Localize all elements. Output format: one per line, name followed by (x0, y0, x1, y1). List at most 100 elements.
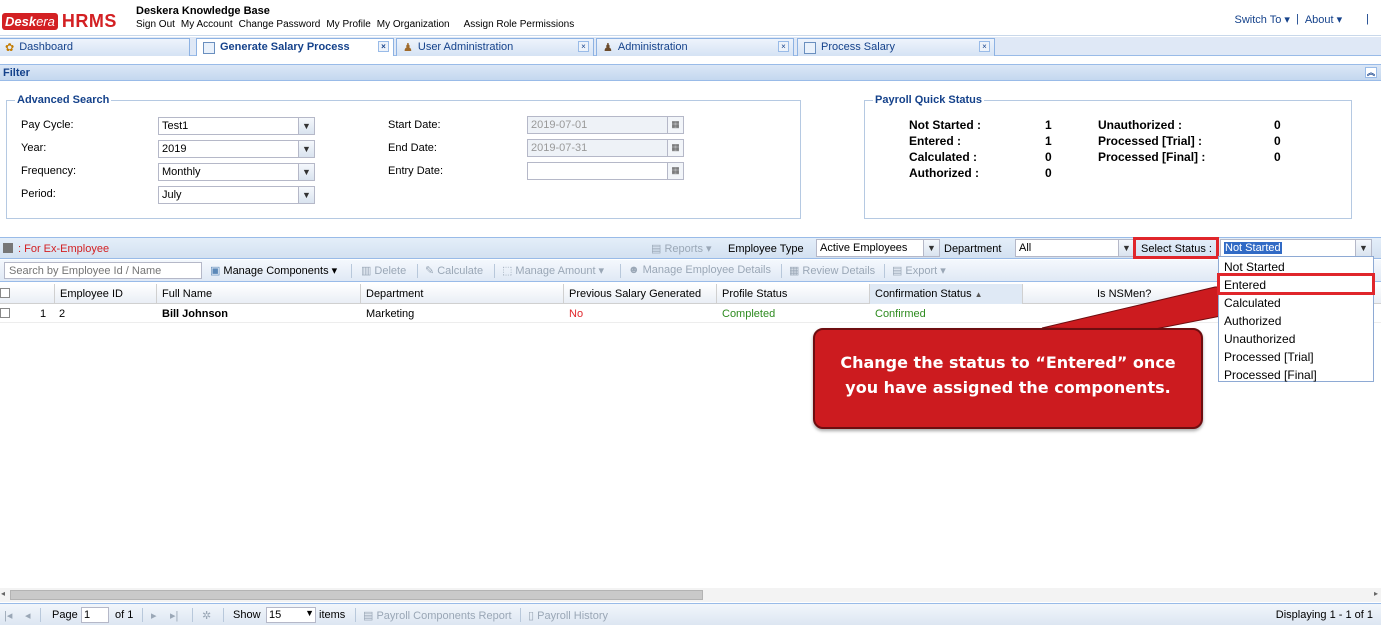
col-confirmation-status[interactable]: Confirmation Status ▲ (869, 284, 1022, 304)
trash-icon: ▥ (361, 265, 372, 277)
payroll-components-report-button[interactable]: ▤ Payroll Components Report (363, 609, 512, 622)
tab-generate-salary-process[interactable]: Generate Salary Process × (196, 38, 394, 56)
payroll-history-button[interactable]: ▯ Payroll History (528, 609, 608, 622)
tab-process-salary[interactable]: Process Salary × (797, 38, 995, 56)
status-option[interactable]: Authorized (1219, 312, 1373, 330)
col-profile-status[interactable]: Profile Status (716, 284, 869, 304)
refresh-icon[interactable]: ✲ (202, 609, 211, 622)
chevron-down-icon[interactable]: ▼ (305, 608, 314, 618)
entered-count: 1 (1045, 134, 1052, 148)
document-icon (203, 42, 215, 54)
about-menu[interactable]: About ▾ (1305, 13, 1342, 26)
calculate-button[interactable]: ✎ Calculate (425, 264, 483, 278)
employee-search-input[interactable] (4, 262, 202, 279)
horizontal-scrollbar[interactable]: ◂ ▸ (0, 588, 1381, 602)
col-employee-id[interactable]: Employee ID (54, 284, 156, 304)
grid-icon: ▦ (789, 265, 800, 277)
first-page-icon[interactable]: |◂ (4, 609, 12, 622)
entry-date-field[interactable]: ▦ (527, 162, 684, 180)
site-title: Deskera Knowledge Base (136, 5, 270, 17)
scroll-thumb[interactable] (10, 590, 703, 600)
col-previous-salary[interactable]: Previous Salary Generated (563, 284, 716, 304)
close-icon[interactable]: × (778, 41, 789, 52)
processed-trial-count: 0 (1274, 134, 1281, 148)
status-option[interactable]: Unauthorized (1219, 330, 1373, 348)
chevron-down-icon[interactable]: ▼ (298, 140, 315, 158)
export-button[interactable]: ▤ Export ▾ (892, 264, 946, 278)
entered-option-highlight (1217, 273, 1375, 295)
status-option[interactable]: Processed [Trial] (1219, 348, 1373, 366)
chevron-down-icon[interactable]: ▼ (298, 186, 315, 204)
filter-panel: Advanced Search Pay Cycle: Test1 ▼ Year: … (0, 82, 1381, 232)
scroll-right-icon[interactable]: ▸ (1374, 589, 1378, 598)
calculated-count: 0 (1045, 150, 1052, 164)
pay-cycle-select[interactable]: Test1 ▼ (158, 117, 315, 135)
not-started-count: 1 (1045, 118, 1052, 132)
page-size-select[interactable]: 15 ▼ (266, 607, 316, 623)
assign-role-permissions-link[interactable]: Assign Role Permissions (464, 19, 575, 30)
delete-button[interactable]: ▥ Delete (361, 264, 406, 278)
employee-type-label: Employee Type (728, 243, 804, 255)
collapse-icon[interactable]: ︽ (1365, 67, 1377, 78)
report-icon: ▤ (651, 243, 665, 255)
year-label: Year: (21, 142, 47, 154)
period-select[interactable]: July ▼ (158, 186, 315, 204)
employee-type-select[interactable]: Active Employees ▼ (816, 239, 940, 257)
prev-page-icon[interactable]: ◂ (25, 609, 31, 622)
department-select[interactable]: All ▼ (1015, 239, 1135, 257)
close-icon[interactable]: × (378, 41, 389, 52)
employee-icon: ☻ (628, 264, 640, 276)
change-password-link[interactable]: Change Password (239, 19, 321, 30)
status-option[interactable]: Processed [Final] (1219, 366, 1373, 384)
chevron-down-icon[interactable]: ▼ (298, 117, 315, 135)
close-icon[interactable]: × (578, 41, 589, 52)
close-icon[interactable]: × (979, 41, 990, 52)
calendar-icon[interactable]: ▦ (667, 162, 684, 180)
manage-employee-details-button[interactable]: ☻ Manage Employee Details (628, 264, 771, 276)
authorized-count: 0 (1045, 166, 1052, 180)
cell-employee-id: 2 (59, 308, 66, 320)
period-label: Period: (21, 188, 56, 200)
tab-dashboard[interactable]: ✿ Dashboard (0, 38, 190, 56)
tab-administration[interactable]: ♟ Administration × (596, 38, 794, 56)
instruction-callout: Change the status to “Entered” once you … (813, 328, 1203, 429)
frequency-select[interactable]: Monthly ▼ (158, 163, 315, 181)
chevron-down-icon[interactable]: ▼ (923, 239, 940, 257)
document-icon (804, 42, 816, 54)
col-full-name[interactable]: Full Name (156, 284, 360, 304)
filter-panel-header[interactable]: Filter ︽ (0, 64, 1381, 81)
chevron-down-icon[interactable]: ▼ (1355, 239, 1372, 257)
manage-amount-button[interactable]: ⬚ Manage Amount ▾ (502, 264, 604, 278)
tab-strip: ✿ Dashboard Generate Salary Process × ♟ … (0, 37, 1381, 56)
last-page-icon[interactable]: ▸| (170, 609, 178, 622)
reports-button[interactable]: ▤ Reports ▾ (651, 242, 712, 255)
my-organization-link[interactable]: My Organization (377, 19, 450, 30)
calendar-icon: ▦ (667, 139, 684, 157)
my-account-link[interactable]: My Account (181, 19, 233, 30)
displaying-count: Displaying 1 - 1 of 1 (1275, 609, 1373, 621)
col-department[interactable]: Department (360, 284, 563, 304)
end-date-field: 2019-07-31 ▦ (527, 139, 684, 157)
my-profile-link[interactable]: My Profile (326, 19, 370, 30)
users-icon: ♟ (403, 42, 413, 54)
next-page-icon[interactable]: ▸ (151, 609, 157, 622)
page-number-input[interactable]: 1 (81, 607, 109, 623)
select-all-checkbox[interactable] (0, 288, 10, 298)
app-header: Deskera HRMS Deskera Knowledge Base Sign… (0, 0, 1381, 36)
tab-user-administration[interactable]: ♟ User Administration × (396, 38, 594, 56)
year-select[interactable]: 2019 ▼ (158, 140, 315, 158)
unauthorized-count: 0 (1274, 118, 1281, 132)
row-checkbox[interactable] (0, 308, 10, 318)
ex-employee-swatch-icon (3, 243, 13, 253)
status-option[interactable]: Calculated (1219, 294, 1373, 312)
cell-full-name: Bill Johnson (162, 308, 228, 320)
chevron-down-icon[interactable]: ▼ (298, 163, 315, 181)
sign-out-link[interactable]: Sign Out (136, 19, 175, 30)
scroll-left-icon[interactable]: ◂ (1, 589, 5, 598)
callout-text: Change the status to “Entered” once you … (840, 353, 1176, 397)
review-details-button[interactable]: ▦ Review Details (789, 264, 875, 278)
status-select[interactable]: Not Started ▼ (1220, 239, 1372, 257)
department-label: Department (944, 243, 1002, 255)
manage-components-button[interactable]: ▣ Manage Components ▾ (210, 264, 337, 278)
switch-to-menu[interactable]: Switch To ▾ (1235, 13, 1290, 26)
